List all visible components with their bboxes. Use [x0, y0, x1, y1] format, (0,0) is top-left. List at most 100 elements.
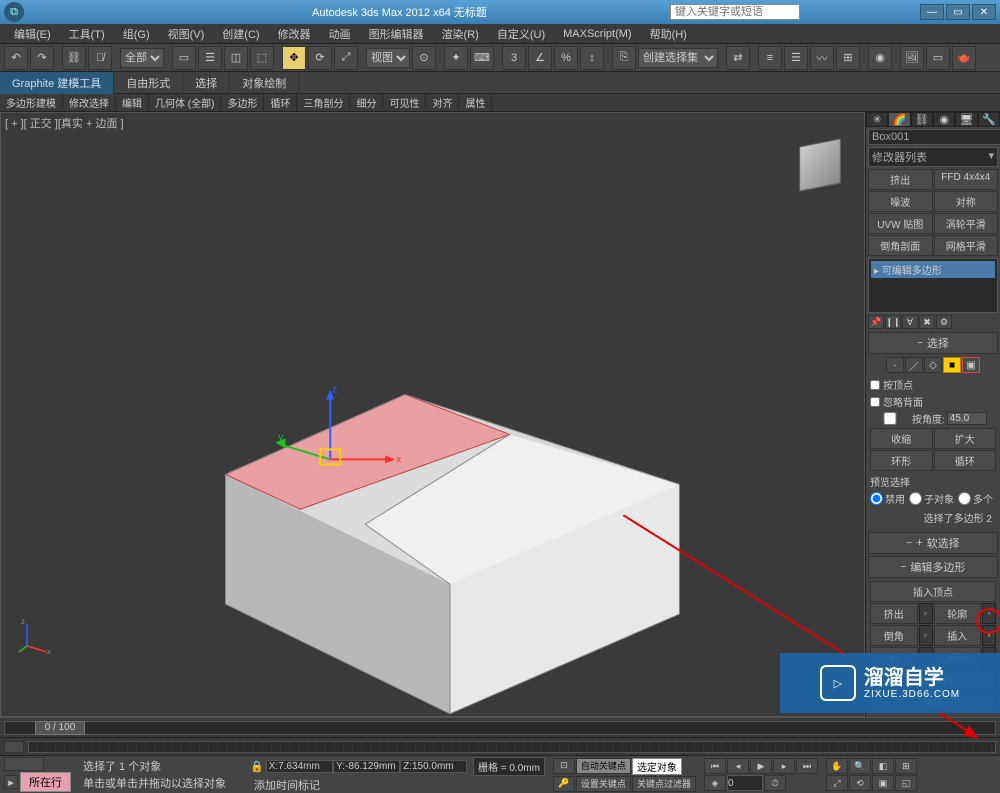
pivot-icon[interactable]: ⊙	[412, 46, 436, 70]
subobj-element-icon[interactable]: ▣	[962, 357, 980, 373]
named-sel-icon[interactable]: ⎘	[612, 46, 636, 70]
ref-coord-system[interactable]: 视图	[366, 48, 410, 68]
align-icon[interactable]: ≡	[758, 46, 782, 70]
selkey-label[interactable]: 选定对象	[632, 758, 682, 775]
rollout-selection[interactable]: 选择	[868, 332, 998, 354]
menu-customize[interactable]: 自定义(U)	[489, 24, 553, 44]
window-crossing-icon[interactable]: ⬚	[250, 46, 274, 70]
select-name-icon[interactable]: ☰	[198, 46, 222, 70]
undo-icon[interactable]: ↶	[4, 46, 28, 70]
spinner-snap-icon[interactable]: ↕	[580, 46, 604, 70]
panel-tri[interactable]: 三角剖分	[297, 93, 350, 112]
goto-start-icon[interactable]: ⏮	[704, 758, 726, 774]
object-name-field[interactable]	[868, 129, 1000, 145]
modbtn-noise[interactable]: 噪波	[868, 191, 933, 212]
by-vertex-checkbox[interactable]	[870, 380, 880, 390]
subobj-edge-icon[interactable]: ／	[905, 357, 923, 373]
unique-icon[interactable]: ∀	[902, 315, 918, 329]
play-icon[interactable]: ▶	[750, 758, 772, 774]
mirror-icon[interactable]: ⇄	[726, 46, 750, 70]
preview-off-radio[interactable]	[870, 492, 883, 505]
unlink-icon[interactable]: ⛓̸	[88, 46, 112, 70]
maximize-button[interactable]: ▭	[946, 4, 970, 20]
time-config-icon[interactable]: ⏱	[764, 775, 786, 791]
menu-tools[interactable]: 工具(T)	[61, 24, 113, 44]
bevel-button[interactable]: 倒角	[870, 625, 918, 646]
lock-icon[interactable]: 🔒	[250, 760, 264, 773]
preview-subobj-radio[interactable]	[909, 492, 922, 505]
menu-create[interactable]: 创建(C)	[214, 24, 267, 44]
curve-editor-icon[interactable]: 〰	[810, 46, 834, 70]
percent-snap-icon[interactable]: %	[554, 46, 578, 70]
selection-filter[interactable]: 全部	[120, 48, 164, 68]
fov-icon[interactable]: ◧	[872, 758, 894, 774]
min-max-icon[interactable]: ◱	[895, 775, 917, 791]
app-logo[interactable]: ⧉	[4, 2, 24, 22]
panel-polymodel[interactable]: 多边形建模	[0, 93, 63, 112]
modbtn-symmetry[interactable]: 对称	[934, 191, 999, 212]
remove-mod-icon[interactable]: ✖	[919, 315, 935, 329]
select-region-icon[interactable]: ◫	[224, 46, 248, 70]
panel-vis[interactable]: 可见性	[383, 93, 426, 112]
menu-views[interactable]: 视图(V)	[160, 24, 213, 44]
key-mode-icon[interactable]: ◈	[704, 775, 726, 791]
angle-snap-icon[interactable]: ∠	[528, 46, 552, 70]
panel-subdiv[interactable]: 细分	[350, 93, 383, 112]
viewcube[interactable]	[788, 133, 852, 197]
keyboard-icon[interactable]: ⌨	[470, 46, 494, 70]
grow-button[interactable]: 扩大	[934, 428, 997, 449]
coord-z-field[interactable]	[412, 761, 464, 772]
configure-icon[interactable]: ⚙	[936, 315, 952, 329]
tab-selection[interactable]: 选择	[183, 72, 230, 94]
select-icon[interactable]: ▭	[172, 46, 196, 70]
menu-modifiers[interactable]: 修改器	[270, 24, 319, 44]
modbtn-extrude[interactable]: 挤出	[868, 169, 933, 190]
modifier-list-dropdown[interactable]: 修改器列表▾	[868, 147, 998, 167]
scale-icon[interactable]: ⤢	[334, 46, 358, 70]
rollout-softsel[interactable]: + 软选择	[868, 532, 998, 554]
trackbar-toggle-icon[interactable]	[4, 741, 24, 753]
panel-modsel[interactable]: 修改选择	[63, 93, 116, 112]
next-frame-icon[interactable]: ▸	[773, 758, 795, 774]
rollout-editpoly[interactable]: 编辑多边形	[868, 556, 998, 578]
menu-maxscript[interactable]: MAXScript(M)	[555, 26, 639, 42]
viewport[interactable]: [ + ][ 正交 ][真实 + 边面 ]	[0, 112, 865, 717]
isolate-icon[interactable]: ⊡	[553, 758, 575, 774]
modifier-stack[interactable]: ▸ 可编辑多边形	[868, 258, 998, 313]
stack-item-editpoly[interactable]: ▸ 可编辑多边形	[871, 261, 995, 278]
zoom-icon[interactable]: 🔍	[849, 758, 871, 774]
angle-spinner[interactable]	[947, 412, 987, 425]
time-handle[interactable]: 0 / 100	[35, 721, 85, 735]
utilities-tab-icon[interactable]: 🔧	[978, 112, 1000, 127]
key-icon[interactable]: 🔑	[553, 776, 575, 792]
named-selection-set[interactable]: 创建选择集	[638, 48, 718, 68]
inset-button[interactable]: 插入	[934, 625, 982, 646]
panel-loop[interactable]: 循环	[264, 93, 297, 112]
panel-edit[interactable]: 编辑	[116, 93, 149, 112]
link-icon[interactable]: ⛓	[62, 46, 86, 70]
modbtn-ffd[interactable]: FFD 4x4x4	[934, 169, 999, 190]
ring-button[interactable]: 环形	[870, 450, 933, 471]
menu-animation[interactable]: 动画	[321, 24, 359, 44]
redo-icon[interactable]: ↷	[30, 46, 54, 70]
render-setup-icon[interactable]: 🖼	[900, 46, 924, 70]
setkey-button[interactable]: 设置关键点	[576, 776, 631, 792]
coord-x-field[interactable]	[278, 761, 330, 772]
subobj-border-icon[interactable]: ◇	[924, 357, 942, 373]
help-search[interactable]	[670, 4, 800, 20]
modbtn-uvw[interactable]: UVW 贴图	[868, 213, 933, 234]
maxscript-icon[interactable]: ▸	[4, 775, 18, 789]
tab-objpaint[interactable]: 对象绘制	[230, 72, 299, 94]
material-editor-icon[interactable]: ◉	[868, 46, 892, 70]
preview-multi-radio[interactable]	[958, 492, 971, 505]
menu-edit[interactable]: 编辑(E)	[6, 24, 59, 44]
panel-props[interactable]: 属性	[459, 93, 492, 112]
ignore-back-checkbox[interactable]	[870, 397, 880, 407]
schematic-icon[interactable]: ⊞	[836, 46, 860, 70]
create-tab-icon[interactable]: ✳	[866, 112, 888, 127]
zoom-extents-icon[interactable]: ⤢	[826, 775, 848, 791]
layers-icon[interactable]: ☰	[784, 46, 808, 70]
modbtn-turbosmooth[interactable]: 涡轮平滑	[934, 213, 999, 234]
close-button[interactable]: ✕	[972, 4, 996, 20]
time-slider[interactable]: 0 / 100	[4, 721, 996, 735]
